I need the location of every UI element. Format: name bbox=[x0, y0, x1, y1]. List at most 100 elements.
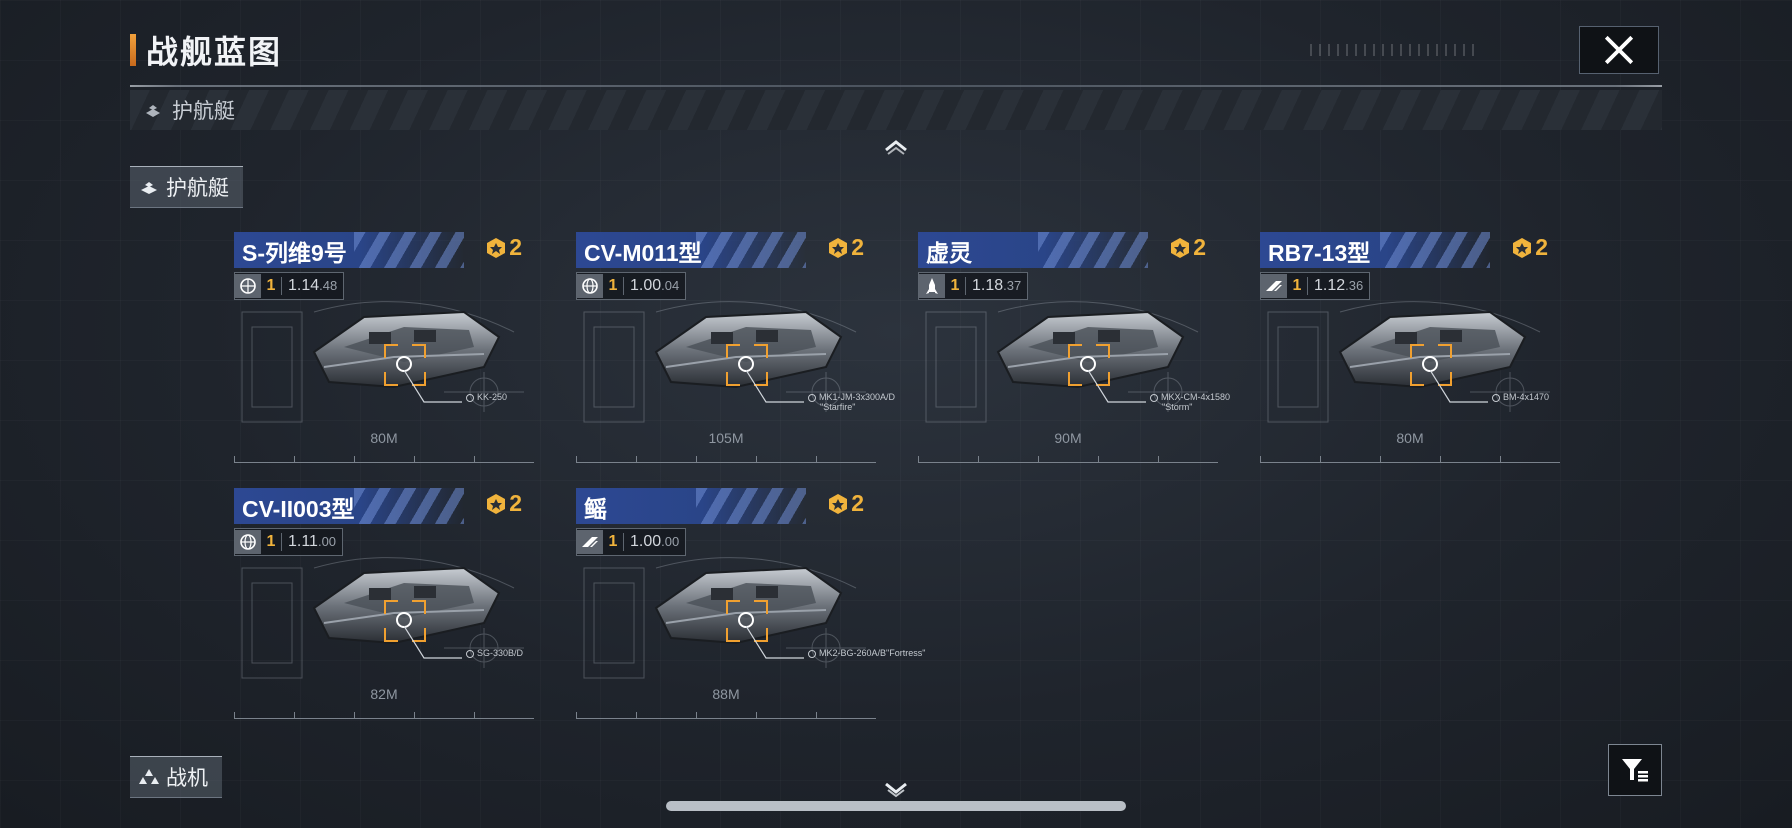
globe-icon bbox=[240, 534, 256, 550]
ship-model-image bbox=[312, 566, 501, 645]
callout-dot bbox=[1492, 393, 1500, 402]
rank-emblem-icon bbox=[1513, 237, 1532, 258]
weapon-callout-name: "Storm" bbox=[1162, 402, 1193, 412]
ship-model-image bbox=[654, 310, 843, 389]
target-bracket bbox=[384, 344, 398, 358]
target-bracket bbox=[1096, 344, 1110, 358]
callout-leader-line bbox=[1088, 370, 1146, 403]
ship-rank-value: 2 bbox=[509, 490, 522, 516]
category-dropdown[interactable]: 护航艇 bbox=[130, 90, 1662, 130]
weapon-callout: MKX-CM-4x1580 "Storm" bbox=[1150, 392, 1230, 412]
weapon-callout-code: MKX-CM-4x1580 bbox=[1161, 392, 1231, 402]
ship-length: 82M bbox=[370, 686, 398, 702]
callout-leader-line bbox=[404, 370, 462, 403]
ship-card[interactable]: CV-M011型 2 1 1.00.04 MK1-JM-3x300A/D "St… bbox=[576, 232, 895, 464]
ship-length: 80M bbox=[1396, 430, 1424, 446]
ship-name: 虚灵 bbox=[926, 240, 972, 266]
close-button[interactable] bbox=[1579, 26, 1659, 74]
ship-power-decimal: .37 bbox=[1003, 278, 1022, 293]
ship-card[interactable]: S-列维9号 2 1 1.14.48 KK-250 80M bbox=[234, 232, 534, 464]
ship-power-decimal: .36 bbox=[1345, 278, 1364, 293]
weapon-callout: KK-250 bbox=[466, 392, 507, 402]
callout-dot bbox=[466, 393, 474, 402]
rank-emblem-icon bbox=[829, 493, 848, 514]
page-title: 战舰蓝图 bbox=[146, 33, 283, 71]
callout-leader-line bbox=[746, 370, 804, 403]
ship-rank-badge: 2 bbox=[485, 234, 522, 261]
rank-emblem-icon bbox=[829, 237, 848, 258]
ship-rank-value: 2 bbox=[1193, 234, 1206, 260]
callout-dot bbox=[808, 649, 816, 658]
callout-leader-line bbox=[404, 626, 462, 659]
ship-card[interactable]: RB7-13型 2 1 1.12.36 BM-4x1470 80M bbox=[1260, 232, 1560, 464]
target-bracket bbox=[1068, 372, 1082, 386]
ship-rank-badge: 2 bbox=[827, 234, 864, 261]
ship-level: 1 bbox=[603, 533, 624, 551]
horizontal-scrollbar[interactable] bbox=[666, 801, 1126, 811]
ship-level: 1 bbox=[1287, 277, 1308, 295]
callout-dot bbox=[808, 393, 816, 402]
length-ruler bbox=[234, 708, 534, 719]
ship-model-image bbox=[312, 310, 501, 389]
ship-rank-value: 2 bbox=[851, 234, 864, 260]
section-tag-fighter[interactable]: 战机 bbox=[130, 756, 222, 798]
ship-name: S-列维9号 bbox=[242, 240, 347, 266]
weapon-callout-code: KK-250 bbox=[477, 392, 508, 402]
ship-name: CV-M011型 bbox=[584, 240, 702, 266]
ship-level: 1 bbox=[603, 277, 624, 295]
rocket-icon bbox=[926, 278, 938, 294]
close-icon bbox=[1604, 35, 1634, 65]
ship-rank-badge: 2 bbox=[1169, 234, 1206, 261]
target-bracket bbox=[754, 344, 768, 358]
ship-card[interactable]: 虚灵 2 1 1.18.37 MKX-CM-4x1580 "Storm" 90M bbox=[918, 232, 1230, 464]
length-ruler bbox=[576, 708, 876, 719]
stack-icon bbox=[146, 105, 160, 117]
callout-dot bbox=[466, 649, 474, 658]
ship-name: RB7-13型 bbox=[1268, 240, 1371, 266]
ship-power-decimal: .00 bbox=[661, 534, 680, 549]
chevron-up-icon[interactable] bbox=[882, 136, 910, 156]
chevron-down-icon[interactable] bbox=[882, 780, 910, 800]
length-ruler bbox=[1260, 452, 1560, 463]
ship-name-bar bbox=[576, 488, 806, 524]
callout-leader-line bbox=[1430, 370, 1488, 403]
section-tag-escort[interactable]: 护航艇 bbox=[130, 166, 243, 208]
header: 战舰蓝图 bbox=[130, 30, 283, 71]
rank-emblem-icon bbox=[487, 237, 506, 258]
ship-card[interactable]: 鳐 2 1 1.00.00 MK2-BG-260A/B"Fortress" 88… bbox=[576, 488, 925, 720]
ship-power-decimal: .04 bbox=[661, 278, 680, 293]
ship-rank-value: 2 bbox=[1535, 234, 1548, 260]
ship-rank-value: 2 bbox=[851, 490, 864, 516]
target-bracket bbox=[726, 344, 740, 358]
ship-power-decimal: .48 bbox=[319, 278, 338, 293]
ship-model-image bbox=[996, 310, 1185, 389]
target-bracket bbox=[754, 600, 768, 614]
ship-length: 90M bbox=[1054, 430, 1082, 446]
ship-power-decimal: .00 bbox=[317, 534, 337, 549]
target-bracket bbox=[726, 600, 740, 614]
filter-icon bbox=[1622, 759, 1648, 782]
ship-rank-badge: 2 bbox=[485, 490, 522, 517]
weapon-callout: MK2-BG-260A/B"Fortress" bbox=[808, 648, 925, 658]
ship-length: 105M bbox=[708, 430, 744, 446]
gear-globe-icon bbox=[240, 278, 256, 294]
ship-level: 1 bbox=[261, 533, 282, 551]
target-bracket bbox=[1068, 344, 1082, 358]
ship-model-image bbox=[1338, 310, 1527, 389]
ship-card[interactable]: CV-II003型 2 1 1.11.00 SG-330B/D 82M bbox=[234, 488, 534, 720]
target-bracket bbox=[1410, 344, 1424, 358]
ship-level: 1 bbox=[945, 277, 966, 295]
ship-rank-value: 2 bbox=[509, 234, 522, 260]
stack-icon bbox=[141, 182, 157, 194]
target-bracket bbox=[726, 628, 740, 642]
rank-emblem-icon bbox=[1171, 237, 1190, 258]
filter-button[interactable] bbox=[1608, 744, 1662, 796]
triple-triangle-icon bbox=[139, 769, 159, 784]
target-bracket bbox=[412, 344, 426, 358]
ship-level: 1 bbox=[261, 277, 282, 295]
faction-wing-icon bbox=[582, 537, 598, 547]
title-accent-bar bbox=[130, 34, 136, 66]
rank-emblem-icon bbox=[487, 493, 506, 514]
section-label: 护航艇 bbox=[166, 176, 229, 200]
weapon-callout-code: BM-4x1470 bbox=[1503, 392, 1550, 402]
